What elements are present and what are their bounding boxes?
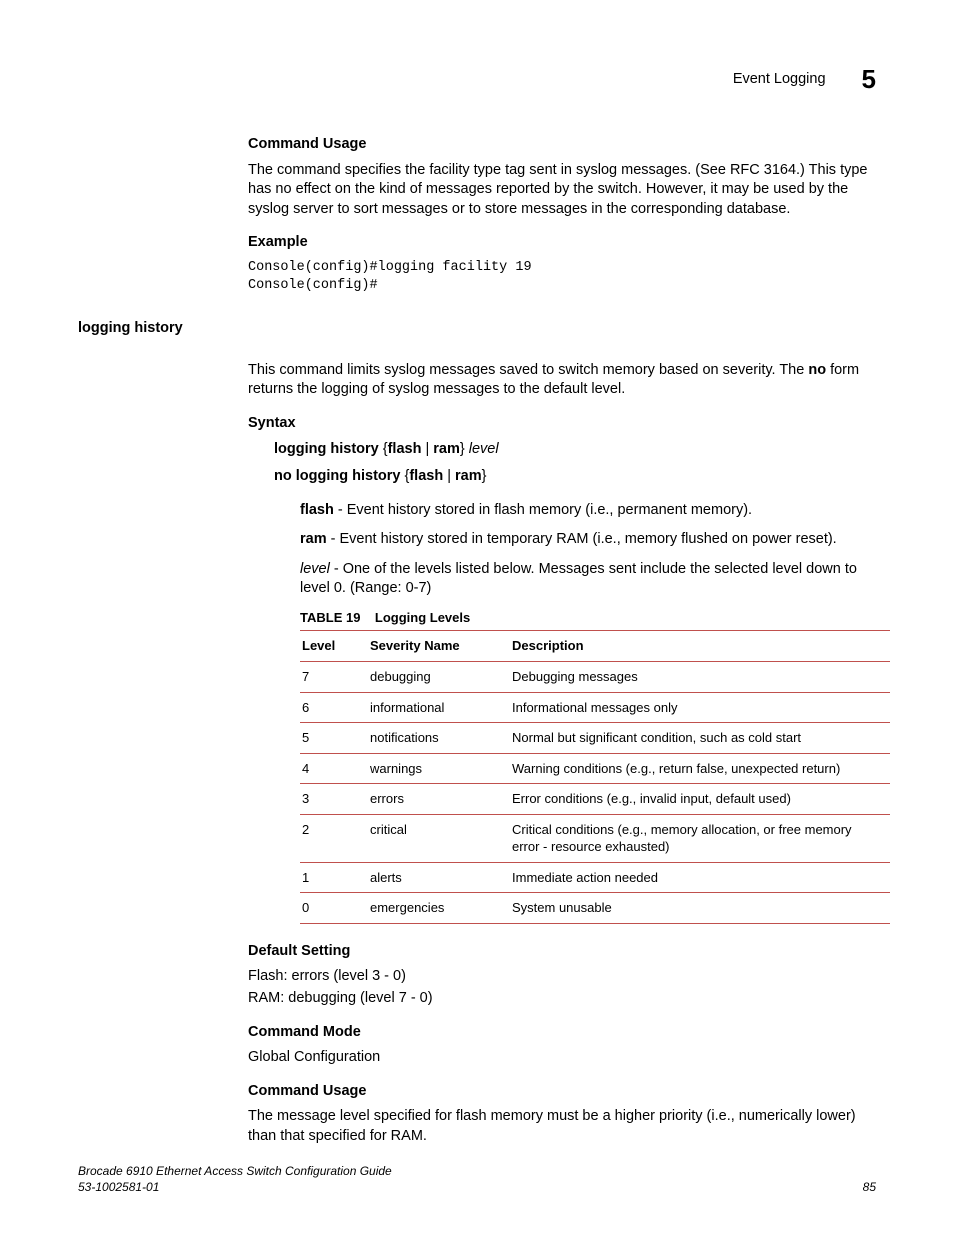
syntax-block: logging history {flash | ram} level no l… [274,440,878,487]
footer-doc-number: 53-1002581-01 [78,1179,392,1195]
th-severity-name: Severity Name [368,631,510,662]
running-header-title: Event Logging [733,70,826,90]
command-usage-heading-2: Command Usage [248,1082,878,1102]
table-row: 2criticalCritical conditions (e.g., memo… [300,814,890,862]
example-code: Console(config)#logging facility 19 Cons… [248,259,878,295]
syntax-line-1: logging history {flash | ram} level [274,440,878,460]
table-row: 5notificationsNormal but significant con… [300,723,890,754]
th-description: Description [510,631,890,662]
example-heading: Example [248,233,878,253]
default-setting-flash: Flash: errors (level 3 - 0) [248,967,878,987]
table-header-row: Level Severity Name Description [300,631,890,662]
table-row: 6informationalInformational messages onl… [300,692,890,723]
command-usage-heading: Command Usage [248,135,878,155]
command-usage-paragraph-2: The message level specified for flash me… [248,1107,878,1146]
side-heading-logging-history: logging history [78,320,183,336]
param-flash: flash - Event history stored in flash me… [300,501,878,521]
table-row: 0emergenciesSystem unusable [300,893,890,924]
footer-left: Brocade 6910 Ethernet Access Switch Conf… [78,1163,392,1195]
parameter-block: flash - Event history stored in flash me… [300,501,878,924]
logging-history-section: logging history This command limits sysl… [78,319,878,1146]
param-ram: ram - Event history stored in temporary … [300,530,878,550]
command-usage-paragraph: The command specifies the facility type … [248,161,878,220]
th-level: Level [300,631,368,662]
table-caption: TABLE 19 Logging Levels [300,609,878,627]
param-level: level - One of the levels listed below. … [300,560,878,599]
syntax-heading: Syntax [248,414,878,434]
logging-history-intro: This command limits syslog messages save… [248,361,878,400]
default-setting-heading: Default Setting [248,942,878,962]
page-number: 85 [863,1179,876,1195]
command-mode-heading: Command Mode [248,1023,878,1043]
logging-levels-table: Level Severity Name Description 7debuggi… [300,630,890,923]
footer-doc-title: Brocade 6910 Ethernet Access Switch Conf… [78,1163,392,1179]
chapter-number: 5 [862,62,876,97]
page-footer: Brocade 6910 Ethernet Access Switch Conf… [78,1163,876,1195]
syntax-line-2: no logging history {flash | ram} [274,467,878,487]
table-row: 4warningsWarning conditions (e.g., retur… [300,753,890,784]
running-header: Event Logging 5 [733,62,876,97]
command-mode-value: Global Configuration [248,1048,878,1068]
prev-command-continuation: Command Usage The command specifies the … [248,135,878,295]
table-row: 7debuggingDebugging messages [300,661,890,692]
table-row: 3errorsError conditions (e.g., invalid i… [300,784,890,815]
table-row: 1alertsImmediate action needed [300,862,890,893]
default-setting-ram: RAM: debugging (level 7 - 0) [248,989,878,1009]
